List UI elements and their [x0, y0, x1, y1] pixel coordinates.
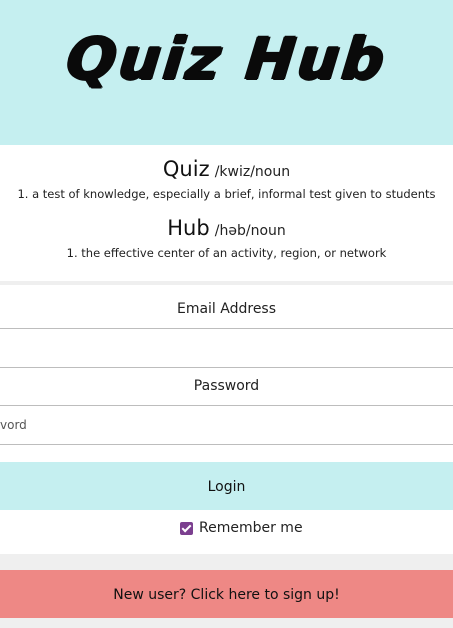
definition-word: Quiz — [162, 157, 210, 181]
definition-meaning: 1. a test of knowledge, especially a bri… — [17, 187, 436, 201]
definition-pronunciation: /həb/noun — [214, 223, 286, 239]
header-banner: Quiz Hub — [0, 0, 453, 145]
definition-meaning: 1. the effective center of an activity, … — [66, 246, 387, 260]
login-form: Email Address Password vord — [0, 285, 453, 462]
remember-me-label: Remember me — [199, 520, 303, 536]
app-logo: Quiz Hub — [63, 25, 390, 93]
email-label: Email Address — [176, 301, 277, 317]
remember-me-option[interactable]: Remember me — [180, 520, 303, 536]
password-label: Password — [193, 378, 260, 394]
login-button[interactable]: Login — [0, 462, 453, 510]
email-field[interactable] — [0, 328, 453, 368]
definitions-panel: Quiz /kwiz/noun 1. a test of knowledge, … — [0, 145, 453, 281]
remember-row: Remember me — [0, 510, 453, 554]
definition-pronunciation: /kwiz/noun — [214, 164, 291, 180]
definition-quiz: Quiz /kwiz/noun — [0, 157, 453, 181]
remember-me-checkbox[interactable] — [180, 521, 193, 535]
signup-button[interactable]: New user? Click here to sign up! — [0, 570, 453, 618]
password-field[interactable] — [0, 405, 453, 445]
password-placeholder-text: vord — [0, 418, 27, 432]
definition-hub: Hub /həb/noun — [0, 216, 453, 240]
definition-word: Hub — [167, 216, 210, 240]
